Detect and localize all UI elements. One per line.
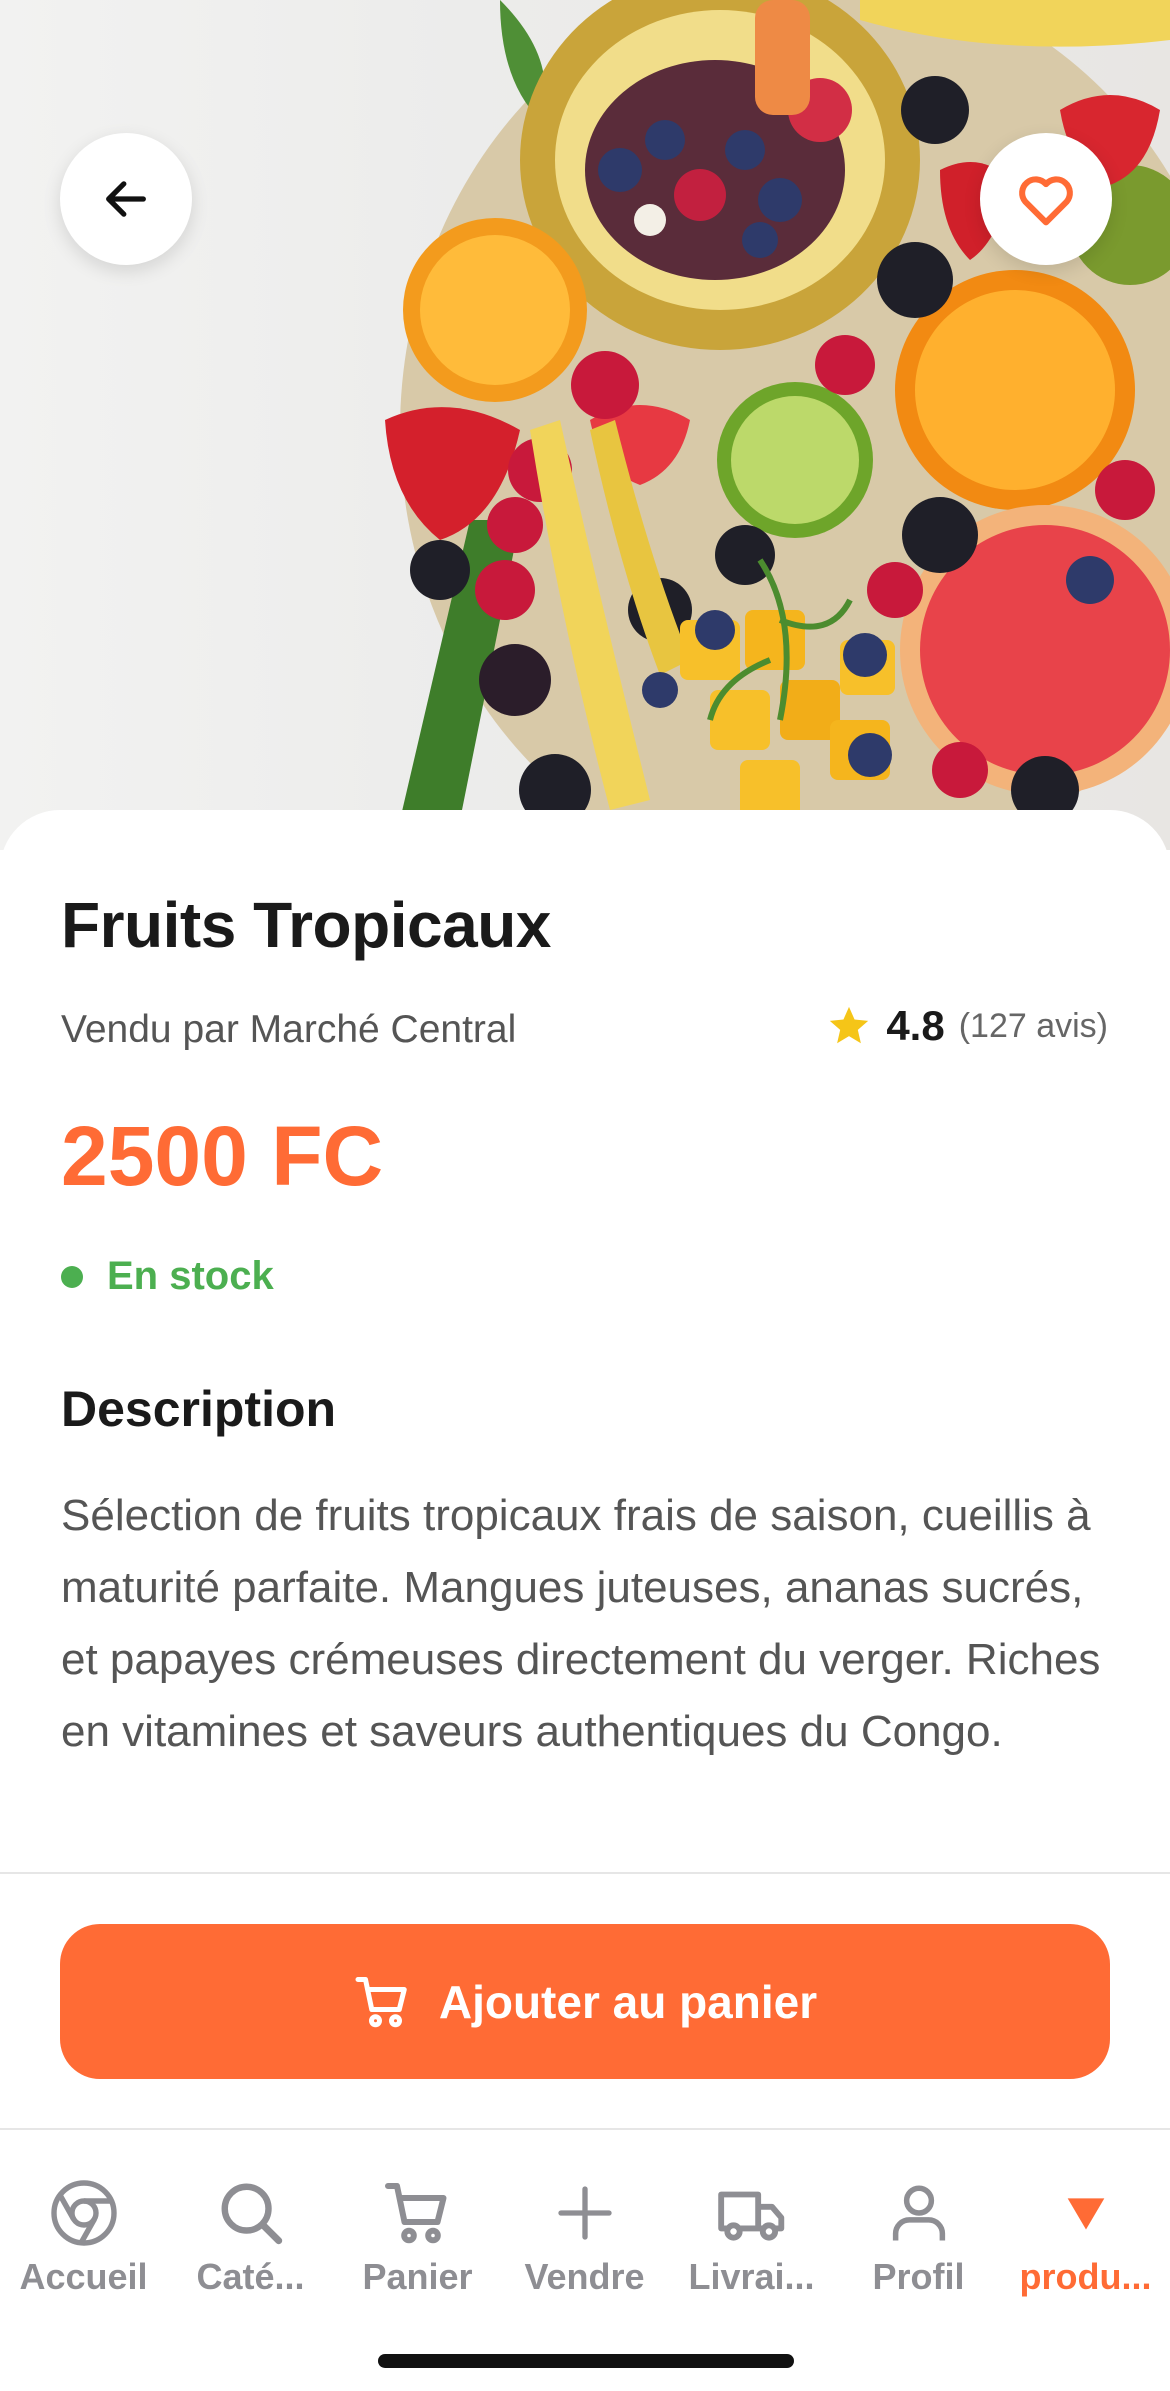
fruit-platter-illustration: [385, 0, 1170, 850]
product-title: Fruits Tropicaux: [61, 889, 551, 961]
tab-panier[interactable]: Panier: [334, 2132, 501, 2302]
description-heading: Description: [61, 1381, 337, 1437]
tab-label: Profil: [872, 2256, 965, 2297]
tab-label: produ...: [1019, 2256, 1152, 2297]
tab-label: Vendre: [524, 2256, 645, 2297]
add-to-cart-label: Ajouter au panier: [438, 1975, 818, 2028]
heart-icon: [1019, 176, 1073, 226]
tab-produits[interactable]: produ...: [1002, 2132, 1169, 2302]
seller-name[interactable]: Vendu par Marché Central: [61, 1008, 516, 1052]
home-indicator: [378, 2354, 794, 2368]
tab-label: Livrai...: [688, 2256, 815, 2297]
rating-value: 4.8: [886, 1002, 945, 1049]
tab-categories[interactable]: Caté...: [167, 2132, 334, 2302]
search-icon: [221, 2183, 282, 2245]
product-rating[interactable]: 4.8 (127 avis): [826, 1002, 1108, 1050]
truck-icon: [717, 2191, 784, 2241]
divider: [0, 1872, 1170, 1874]
stock-label: En stock: [107, 1254, 274, 1298]
cart-icon: [384, 2183, 446, 2244]
product-image: [0, 0, 1170, 850]
stock-dot-icon: [61, 1265, 83, 1288]
description-text: Sélection de fruits tropicaux frais de s…: [61, 1491, 1101, 1756]
tabbar-divider: [0, 2128, 1170, 2130]
back-button[interactable]: [60, 133, 192, 265]
tab-bar: Accueil Caté... Panier Vendre Livrai... …: [0, 2132, 1170, 2302]
tab-profil[interactable]: Profil: [835, 2132, 1002, 2302]
tab-label: Caté...: [196, 2256, 305, 2297]
tab-livraison[interactable]: Livrai...: [668, 2132, 835, 2302]
person-icon: [892, 2185, 945, 2241]
tab-accueil[interactable]: Accueil: [0, 2132, 167, 2302]
cart-icon: [355, 1976, 407, 2027]
tab-label: Panier: [362, 2256, 473, 2297]
triangle-down-icon: [1067, 2198, 1104, 2230]
favorite-button[interactable]: [980, 133, 1112, 265]
tab-label: Accueil: [19, 2256, 148, 2297]
stock-status: En stock: [61, 1254, 274, 1299]
chrome-icon: [50, 2180, 117, 2246]
product-price: 2500 FC: [61, 1109, 384, 1203]
arrow-left-icon: [106, 181, 146, 217]
review-count: (127 avis): [958, 1006, 1108, 1045]
tab-vendre[interactable]: Vendre: [501, 2132, 668, 2302]
star-icon: [830, 1006, 869, 1044]
add-to-cart-button[interactable]: Ajouter au panier: [60, 1924, 1110, 2079]
plus-icon: [557, 2186, 612, 2240]
